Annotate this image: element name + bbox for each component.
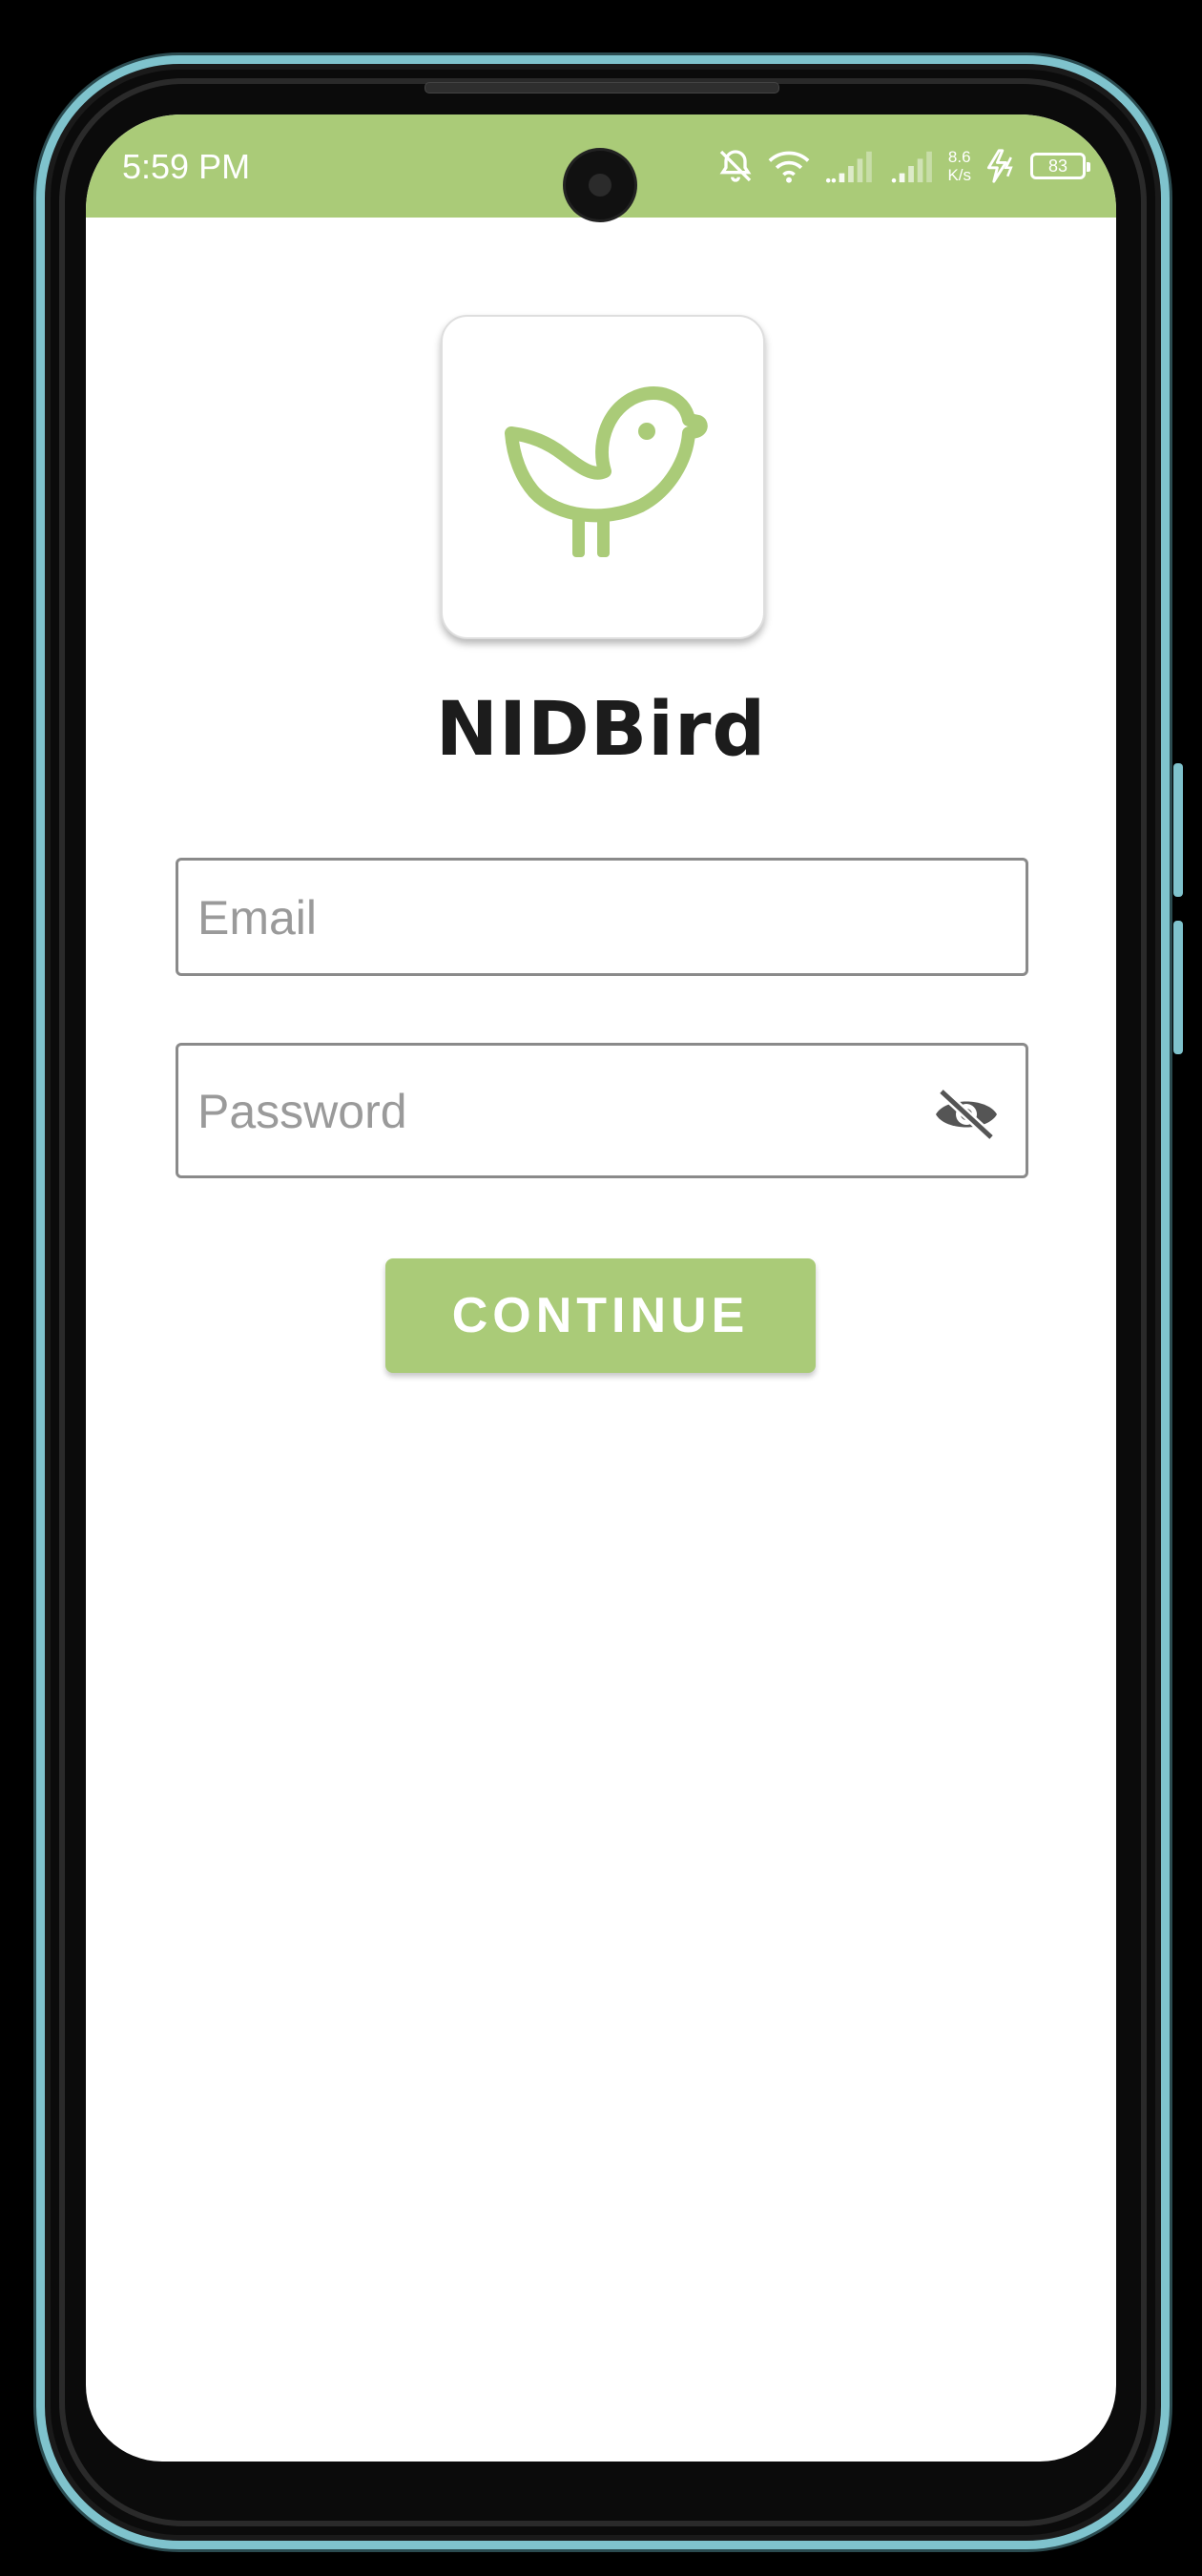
password-field[interactable] <box>176 1043 1028 1178</box>
network-speed: 8.6 K/s <box>947 148 971 184</box>
password-input[interactable] <box>196 1046 924 1177</box>
bird-icon <box>498 380 708 575</box>
app-logo <box>441 315 765 639</box>
charging-icon <box>984 149 1017 183</box>
status-bar: 5:59 PM 8.6 K/s 83 <box>86 114 1116 219</box>
email-input[interactable] <box>196 861 1010 975</box>
status-icons: 8.6 K/s 83 <box>716 139 1090 193</box>
bell-off-icon <box>716 147 755 185</box>
eye-off-icon[interactable] <box>934 1088 999 1141</box>
earpiece-speaker <box>425 82 779 93</box>
volume-up-button <box>1173 763 1183 897</box>
signal-icon <box>823 148 877 184</box>
signal-icon <box>890 148 934 184</box>
wifi-icon <box>768 148 810 184</box>
status-time: 5:59 PM <box>122 147 251 186</box>
battery-icon: 83 <box>1030 153 1090 179</box>
app-title: NIDBird <box>435 687 767 773</box>
network-speed-unit: K/s <box>947 166 971 184</box>
continue-button[interactable]: CONTINUE <box>385 1258 816 1373</box>
volume-down-button <box>1173 921 1183 1054</box>
battery-level: 83 <box>1047 156 1068 176</box>
front-camera <box>566 151 634 219</box>
network-speed-value: 8.6 <box>947 148 971 166</box>
email-field[interactable] <box>176 858 1028 976</box>
app-screen: 5:59 PM 8.6 K/s 83 NIDBird Email CONTINU… <box>86 114 1116 2462</box>
